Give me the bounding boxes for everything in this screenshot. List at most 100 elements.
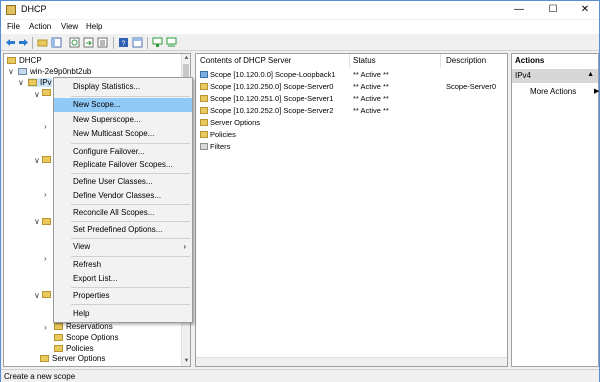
back-arrow-icon[interactable]: [5, 37, 16, 48]
policies-folder-icon: [54, 345, 63, 352]
context-menu: Display Statistics... New Scope... New S…: [53, 77, 193, 323]
menu-help[interactable]: Help: [86, 22, 102, 31]
menu-separator: [71, 287, 190, 288]
tree-reservations[interactable]: Reservations: [54, 322, 113, 331]
tree-scope-options-label: Scope Options: [66, 333, 119, 342]
ipv4-folder-icon: [28, 79, 37, 86]
tree-root-dhcp[interactable]: DHCP: [7, 56, 42, 65]
column-divider[interactable]: [440, 54, 441, 68]
content-pane: Contents of DHCP Server Status Descripti…: [195, 53, 508, 367]
add-server-icon[interactable]: [152, 37, 163, 48]
menu-item-reconcile-all-scopes[interactable]: Reconcile All Scopes...: [54, 206, 192, 220]
column-header-status[interactable]: Status: [353, 56, 376, 65]
properties-icon[interactable]: [132, 37, 143, 48]
list-item-description: Scope-Server0: [446, 82, 497, 91]
forward-arrow-icon[interactable]: [18, 37, 29, 48]
console-tree-icon[interactable]: [51, 37, 62, 48]
column-divider[interactable]: [349, 54, 350, 68]
menu-item-define-vendor-classes[interactable]: Define Vendor Classes...: [54, 189, 192, 203]
menu-action[interactable]: Action: [29, 22, 51, 31]
menu-separator: [71, 304, 190, 305]
reservations-folder-icon: [54, 323, 63, 330]
dhcp-window: DHCP — ☐ ✕ File Action View Help ? DHCP …: [0, 0, 600, 382]
network-icon[interactable]: [166, 37, 177, 48]
tree-ipv4-label: IPv: [40, 78, 52, 87]
menu-item-replicate-failover-scopes[interactable]: Replicate Failover Scopes...: [54, 158, 192, 172]
expand-chevron-icon[interactable]: ∨: [34, 156, 40, 165]
list-item[interactable]: Policies: [200, 130, 236, 139]
menu-view[interactable]: View: [61, 22, 78, 31]
folder-icon[interactable]: [37, 37, 48, 48]
menu-item-refresh[interactable]: Refresh: [54, 258, 192, 272]
toolbar-separator: [147, 37, 148, 49]
menu-item-properties[interactable]: Properties: [54, 289, 192, 303]
list-item[interactable]: Scope [10.120.0.0] Scope-Loopback1: [200, 70, 336, 79]
more-actions-link[interactable]: More Actions ▶: [530, 87, 599, 96]
menu-separator: [71, 221, 190, 222]
menu-item-export-list[interactable]: Export List...: [54, 272, 192, 286]
column-header-description[interactable]: Description: [446, 56, 486, 65]
maximize-button[interactable]: ☐: [537, 1, 569, 19]
actions-header: Actions: [515, 56, 545, 65]
more-actions-label: More Actions: [530, 87, 577, 96]
tree-reservations-label: Reservations: [66, 322, 113, 331]
menu-item-new-superscope[interactable]: New Superscope...: [54, 113, 192, 127]
scope-options-icon: [54, 334, 63, 341]
menu-item-configure-failover[interactable]: Configure Failover...: [54, 145, 192, 159]
tree-policies[interactable]: Policies: [54, 344, 94, 353]
menu-item-view[interactable]: View ›: [54, 240, 192, 254]
minimize-button[interactable]: —: [503, 1, 535, 19]
menu-item-new-scope[interactable]: New Scope...: [54, 98, 192, 112]
list-item[interactable]: Scope [10.120.251.0] Scope-Server1: [200, 94, 333, 103]
server-icon: [18, 68, 27, 75]
list-icon[interactable]: [97, 37, 108, 48]
tree-server[interactable]: win-2e9p0nbt2ub: [18, 67, 91, 76]
actions-selected-node[interactable]: IPv4 ▲: [512, 69, 598, 83]
scroll-up-arrow-icon[interactable]: ▲: [182, 54, 191, 63]
collapse-chevron-icon[interactable]: ∨: [34, 217, 40, 226]
submenu-arrow-icon: ›: [183, 242, 186, 251]
scroll-thumb[interactable]: [183, 64, 189, 78]
help-icon[interactable]: ?: [118, 37, 129, 48]
tree-ipv4[interactable]: IPv: [28, 78, 52, 87]
list-item[interactable]: Filters: [200, 142, 230, 151]
menu-separator: [71, 256, 190, 257]
collapse-triangle-icon[interactable]: ▲: [587, 71, 594, 78]
scope-folder-icon: [200, 107, 208, 114]
scope-folder-icon: [200, 83, 208, 90]
content-horizontal-scrollbar[interactable]: [196, 357, 507, 366]
collapse-chevron-icon[interactable]: ∨: [8, 67, 14, 76]
collapse-chevron-icon[interactable]: ∨: [34, 291, 40, 300]
list-item[interactable]: Scope [10.120.250.0] Scope-Server0: [200, 82, 333, 91]
menu-item-set-predefined-options[interactable]: Set Predefined Options...: [54, 223, 192, 237]
list-item[interactable]: Server Options: [200, 118, 260, 127]
export-icon[interactable]: [83, 37, 94, 48]
menu-item-help[interactable]: Help: [54, 307, 192, 321]
toolbar-separator: [32, 37, 33, 49]
toolbar: ?: [1, 35, 599, 51]
tree-server-options[interactable]: Server Options: [40, 354, 105, 363]
menu-item-new-multicast-scope[interactable]: New Multicast Scope...: [54, 127, 192, 141]
expand-chevron-icon[interactable]: ›: [44, 122, 47, 131]
list-item-status: ** Active **: [353, 70, 389, 79]
list-item-name: Scope [10.120.0.0] Scope-Loopback1: [210, 70, 336, 79]
menu-separator: [71, 173, 190, 174]
menu-file[interactable]: File: [7, 22, 20, 31]
menu-item-display-statistics[interactable]: Display Statistics...: [54, 80, 192, 94]
tree-server-label: win-2e9p0nbt2ub: [30, 67, 92, 76]
scope-folder-icon: [42, 89, 51, 96]
expand-chevron-icon[interactable]: ›: [44, 190, 47, 199]
scope-warning-icon: [200, 71, 208, 78]
collapse-chevron-icon[interactable]: ∨: [34, 90, 40, 99]
scroll-down-arrow-icon[interactable]: ▼: [182, 357, 191, 366]
toolbar-separator: [113, 37, 114, 49]
column-header-contents[interactable]: Contents of DHCP Server: [200, 56, 291, 65]
menu-item-define-user-classes[interactable]: Define User Classes...: [54, 175, 192, 189]
list-item[interactable]: Scope [10.120.252.0] Scope-Server2: [200, 106, 333, 115]
expand-chevron-icon[interactable]: ›: [44, 323, 47, 332]
expand-chevron-icon[interactable]: ›: [44, 254, 47, 263]
close-button[interactable]: ✕: [569, 1, 600, 19]
tree-scope-options[interactable]: Scope Options: [54, 333, 118, 342]
collapse-chevron-icon[interactable]: ∨: [18, 78, 24, 87]
refresh-icon[interactable]: [69, 37, 80, 48]
